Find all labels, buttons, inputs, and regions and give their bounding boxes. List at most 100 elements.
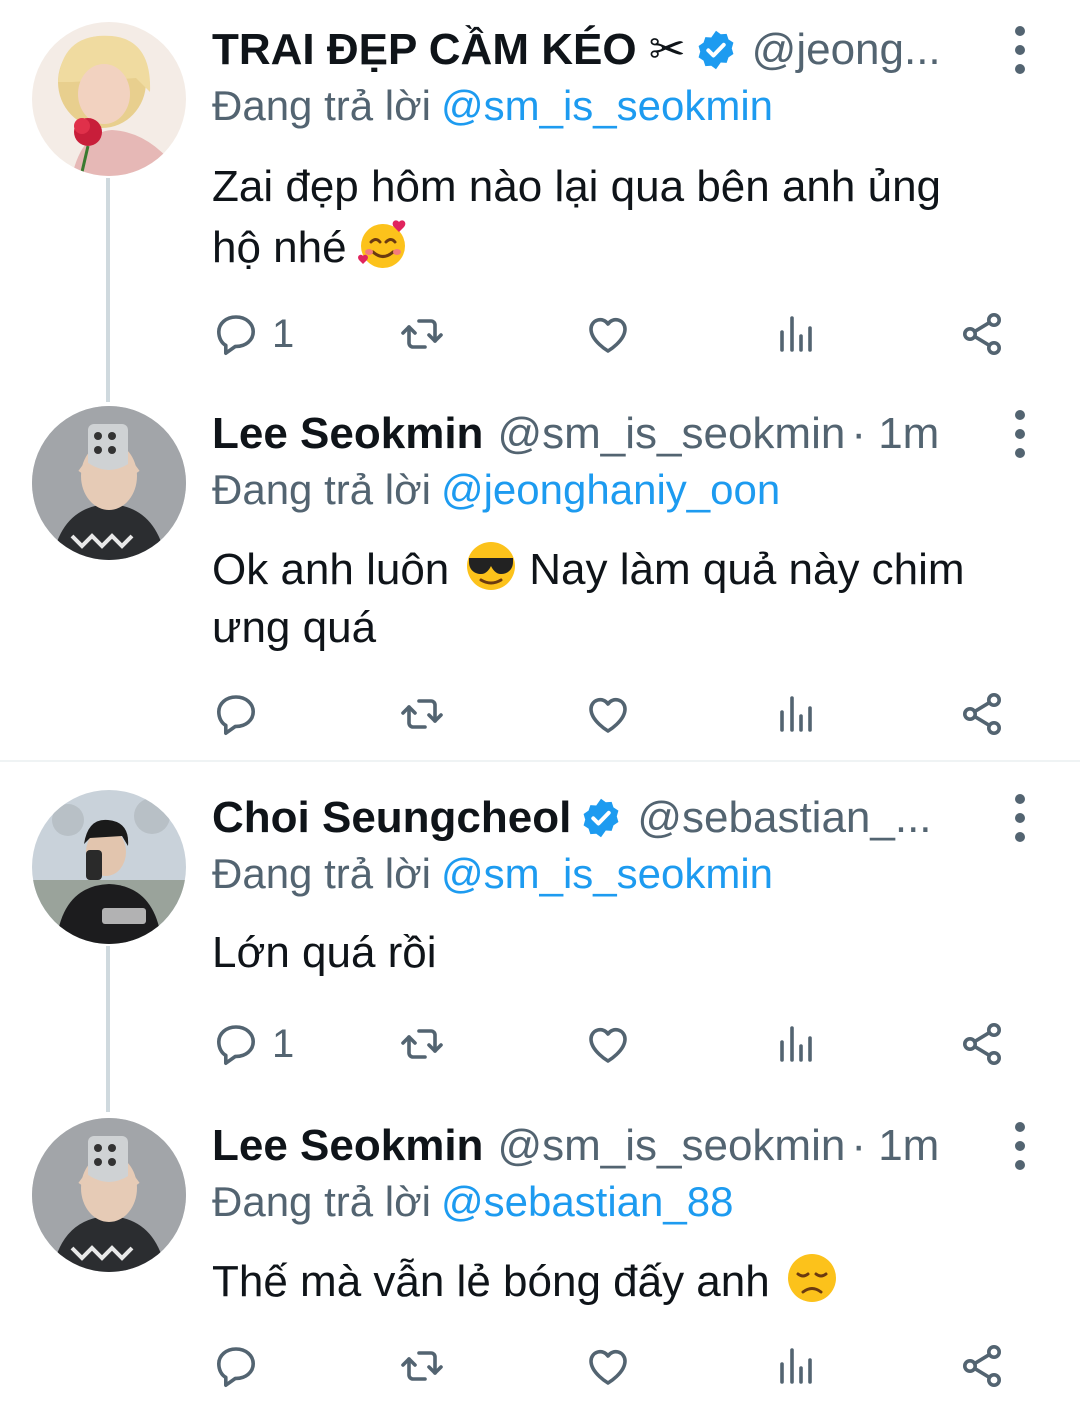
analytics-icon xyxy=(772,1020,820,1068)
disappointed-face-icon xyxy=(787,1254,836,1302)
display-name[interactable]: Lee Seokmin xyxy=(212,1118,483,1174)
tweet-text: Thế mà vẫn lẻ bóng đấy anh xyxy=(212,1250,1042,1311)
timestamp[interactable]: · 1m xyxy=(851,1118,939,1174)
tweet-text: Zai đẹp hôm nào lại qua bên anh ủng hộ n… xyxy=(212,158,1042,277)
display-name[interactable]: Lee Seokmin xyxy=(212,406,483,462)
handle[interactable]: @jeong... xyxy=(752,22,941,78)
share-icon xyxy=(958,1342,1006,1390)
replying-to-label: Đang trả lời xyxy=(212,850,431,897)
replying-to-label: Đang trả lời xyxy=(212,1178,431,1225)
avatar[interactable] xyxy=(32,790,186,944)
analytics-icon xyxy=(772,690,820,738)
tweet-text-line: Zai đẹp hôm nào lại qua bên anh ủng xyxy=(212,162,942,211)
tweet-text: Lớn quá rồi xyxy=(212,924,1042,982)
retweet-icon xyxy=(398,1020,446,1068)
share-icon xyxy=(958,310,1006,358)
reply-icon xyxy=(212,1020,260,1068)
tweet[interactable]: Lee Seokmin @sm_is_seokmin · 1m Đang trả… xyxy=(0,406,1080,746)
tweet-header: Lee Seokmin @sm_is_seokmin · 1m xyxy=(212,1118,1020,1174)
replying-to: Đang trả lời @jeonghaniy_oon xyxy=(212,462,780,518)
handle[interactable]: @sm_is_seokmin xyxy=(497,1118,845,1174)
mention-link[interactable]: @jeonghaniy_oon xyxy=(441,466,780,513)
replying-to: Đang trả lời @sebastian_88 xyxy=(212,1174,733,1230)
analytics-button[interactable] xyxy=(772,684,820,744)
avatar[interactable] xyxy=(32,22,186,176)
more-icon[interactable] xyxy=(1010,410,1030,458)
tweet-actions xyxy=(212,684,1012,744)
like-icon xyxy=(584,1342,632,1390)
verified-icon xyxy=(579,796,623,840)
like-icon xyxy=(584,1020,632,1068)
tweet-text: Ok anh luôn Nay làm quả này chim ưng quá xyxy=(212,538,1042,657)
reply-count: 1 xyxy=(272,1021,295,1066)
analytics-icon xyxy=(772,310,820,358)
tweet-header: Choi Seungcheol @sebastian_... xyxy=(212,790,1020,846)
avatar[interactable] xyxy=(32,1118,186,1272)
reply-icon xyxy=(212,310,260,358)
share-icon xyxy=(958,690,1006,738)
analytics-button[interactable] xyxy=(772,1336,820,1396)
mention-link[interactable]: @sm_is_seokmin xyxy=(441,82,773,129)
retweet-button[interactable] xyxy=(398,1014,446,1074)
replying-to-label: Đang trả lời xyxy=(212,82,431,129)
avatar[interactable] xyxy=(32,406,186,560)
share-button[interactable] xyxy=(958,1014,1006,1074)
retweet-icon xyxy=(398,1342,446,1390)
reply-count: 1 xyxy=(272,311,295,356)
replying-to: Đang trả lời @sm_is_seokmin xyxy=(212,846,773,902)
tweet-text-line: ưng quá xyxy=(212,603,377,652)
display-name[interactable]: Choi Seungcheol xyxy=(212,790,571,846)
retweet-icon xyxy=(398,310,446,358)
like-button[interactable] xyxy=(584,684,632,744)
more-icon[interactable] xyxy=(1010,794,1030,842)
retweet-button[interactable] xyxy=(398,304,446,364)
mention-link[interactable]: @sm_is_seokmin xyxy=(441,850,773,897)
tweet[interactable]: Lee Seokmin @sm_is_seokmin · 1m Đang trả… xyxy=(0,1118,1080,1408)
like-button[interactable] xyxy=(584,1014,632,1074)
reply-button[interactable] xyxy=(212,684,260,744)
analytics-icon xyxy=(772,1342,820,1390)
more-icon[interactable] xyxy=(1010,1122,1030,1170)
tweet-actions: 1 xyxy=(212,304,1012,364)
sunglasses-face-icon xyxy=(467,542,516,590)
tweet-header: Lee Seokmin @sm_is_seokmin · 1m xyxy=(212,406,1020,462)
share-button[interactable] xyxy=(958,304,1006,364)
share-button[interactable] xyxy=(958,684,1006,744)
replying-to: Đang trả lời @sm_is_seokmin xyxy=(212,78,773,134)
tweet-text-line: Ok anh luôn xyxy=(212,545,450,594)
handle[interactable]: @sebastian_... xyxy=(637,790,931,846)
tweet-actions xyxy=(212,1336,1012,1396)
mention-link[interactable]: @sebastian_88 xyxy=(441,1178,734,1225)
reply-icon xyxy=(212,690,260,738)
tweet-header: TRAI ĐẸP CẦM KÉO ✂ @jeong... xyxy=(212,22,1020,78)
tweet-text-line: Nay làm quả này chim xyxy=(529,545,965,594)
analytics-button[interactable] xyxy=(772,1014,820,1074)
tweet[interactable]: Choi Seungcheol @sebastian_... Đang trả … xyxy=(0,790,1080,1090)
retweet-button[interactable] xyxy=(398,684,446,744)
reply-icon xyxy=(212,1342,260,1390)
tweet-text-line: Lớn quá rồi xyxy=(212,928,437,977)
replying-to-label: Đang trả lời xyxy=(212,466,431,513)
display-name[interactable]: TRAI ĐẸP CẦM KÉO ✂ xyxy=(212,22,686,78)
retweet-icon xyxy=(398,690,446,738)
tweet-actions: 1 xyxy=(212,1014,1012,1074)
retweet-button[interactable] xyxy=(398,1336,446,1396)
verified-icon xyxy=(694,28,738,72)
tweet-text-line: Thế mà vẫn lẻ bóng đấy anh xyxy=(212,1257,770,1306)
divider xyxy=(0,760,1080,762)
like-icon xyxy=(584,310,632,358)
smiling-face-with-hearts-icon xyxy=(357,220,405,268)
tweet-text-line: hộ nhé xyxy=(212,223,347,272)
handle[interactable]: @sm_is_seokmin xyxy=(497,406,845,462)
like-button[interactable] xyxy=(584,304,632,364)
analytics-button[interactable] xyxy=(772,304,820,364)
reply-button[interactable]: 1 xyxy=(212,1014,294,1074)
reply-button[interactable] xyxy=(212,1336,260,1396)
reply-button[interactable]: 1 xyxy=(212,304,294,364)
share-icon xyxy=(958,1020,1006,1068)
more-icon[interactable] xyxy=(1010,26,1030,74)
tweet[interactable]: TRAI ĐẸP CẦM KÉO ✂ @jeong... Đang trả lờ… xyxy=(0,22,1080,382)
share-button[interactable] xyxy=(958,1336,1006,1396)
timestamp[interactable]: · 1m xyxy=(851,406,939,462)
like-button[interactable] xyxy=(584,1336,632,1396)
